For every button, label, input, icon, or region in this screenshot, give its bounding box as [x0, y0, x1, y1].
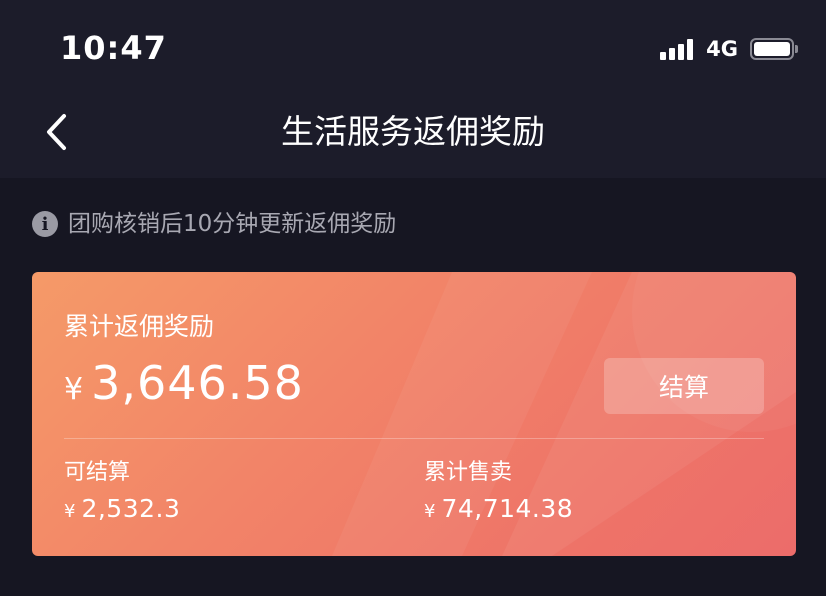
total-sales-amount: ¥ 74,714.38	[424, 494, 573, 523]
status-time: 10:47	[60, 29, 167, 67]
total-sales-value: 74,714.38	[441, 494, 574, 523]
top-bar: 10:47 4G 生活服务返佣奖励	[0, 0, 826, 178]
currency-symbol: ¥	[64, 372, 84, 407]
total-commission-amount: ¥ 3,646.58	[64, 356, 304, 410]
settleable-label: 可结算	[64, 460, 131, 485]
settleable-amount: ¥ 2,532.3	[64, 494, 180, 523]
commission-card: 累计返佣奖励 ¥ 3,646.58 结算 可结算 ¥ 2,532.3 累计售卖 …	[32, 272, 796, 556]
network-type: 4G	[706, 37, 738, 61]
total-commission-value: 3,646.58	[91, 356, 304, 410]
signal-icon	[660, 38, 696, 60]
status-bar-right: 4G	[660, 34, 798, 64]
currency-symbol: ¥	[424, 501, 436, 522]
settleable-stat: 可结算 ¥ 2,532.3	[64, 458, 180, 523]
settle-button[interactable]: 结算	[604, 358, 764, 414]
card-divider	[64, 438, 764, 439]
screen: 10:47 4G 生活服务返佣奖励 i 团购核销后10分钟更新返佣奖励 累计返佣…	[0, 0, 826, 596]
battery-icon	[750, 38, 798, 60]
notice-bar: i 团购核销后10分钟更新返佣奖励	[32, 204, 396, 244]
info-icon: i	[32, 211, 58, 237]
total-commission-label: 累计返佣奖励	[64, 312, 215, 341]
total-sales-label: 累计售卖	[424, 460, 513, 485]
currency-symbol: ¥	[64, 501, 76, 522]
settleable-value: 2,532.3	[81, 494, 181, 523]
notice-text: 团购核销后10分钟更新返佣奖励	[68, 211, 397, 237]
page-title: 生活服务返佣奖励	[281, 112, 545, 151]
total-sales-stat: 累计售卖 ¥ 74,714.38	[424, 458, 573, 523]
